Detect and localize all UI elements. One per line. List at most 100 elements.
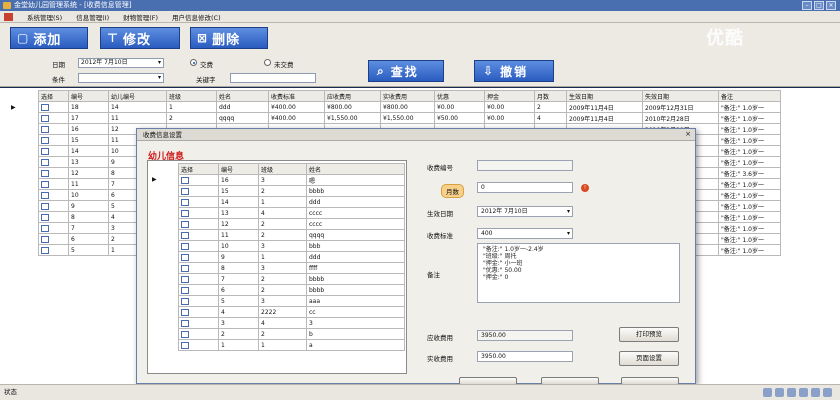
list-item[interactable]: 13 4 cccc [178,207,405,219]
row-checkbox[interactable] [41,114,49,122]
list-item[interactable]: 5 3 aaa [178,295,405,307]
row-checkbox[interactable] [41,147,49,155]
tray-icon[interactable] [811,388,820,397]
edit-button[interactable]: ⊤ 修改 [100,27,180,49]
radio-unpaid[interactable] [264,59,271,66]
row-checkbox[interactable] [41,213,49,221]
row-checkbox[interactable] [41,202,49,210]
minimize-icon[interactable]: – [802,1,812,10]
row-checkbox[interactable] [181,330,189,338]
list-item[interactable]: 12 2 cccc [178,218,405,230]
row-checkbox[interactable] [181,297,189,305]
list-item[interactable]: 10 3 bbb [178,240,405,252]
row-checkbox[interactable] [181,209,189,217]
column-header[interactable]: 实收费用 [380,90,435,102]
column-header[interactable]: 优惠 [434,90,485,102]
tray-icon[interactable] [763,388,772,397]
row-checkbox[interactable] [181,176,189,184]
column-header[interactable]: 应收费用 [324,90,381,102]
column-header[interactable]: 押金 [484,90,535,102]
notes-textarea[interactable]: "备注:" 1.0岁一-2.4岁 "班级:" 周托 "押金:" 小一班 "优惠:… [477,243,680,303]
row-checkbox[interactable] [41,169,49,177]
row-checkbox[interactable] [181,264,189,272]
column-header[interactable]: 班级 [258,163,307,175]
row-checkbox[interactable] [181,308,189,316]
row-checkbox[interactable] [41,103,49,111]
date-picker[interactable]: 2012年 7月10日 ▾ [78,58,164,68]
column-header[interactable]: 编号 [218,163,259,175]
column-header[interactable]: 收费标准 [268,90,325,102]
list-item[interactable]: 343 [178,317,405,329]
column-header[interactable]: 生效日期 [566,90,643,102]
list-item[interactable]: 6 2 bbbb [178,284,405,296]
row-checkbox[interactable] [181,319,189,327]
row-checkbox[interactable] [41,235,49,243]
tray-icon[interactable] [775,388,784,397]
page-setup-button[interactable]: 页面设置 [619,351,679,366]
column-header[interactable]: 编号 [68,90,109,102]
tray-icon[interactable] [799,388,808,397]
list-item[interactable]: 8 3 ffff [178,262,405,274]
menu-system[interactable]: 系统管理(S) [27,12,62,22]
receivable-input[interactable]: 3950.00 [477,330,573,341]
row-checkbox[interactable] [41,180,49,188]
column-header[interactable]: 失效日期 [642,90,719,102]
column-header[interactable]: 备注 [718,90,781,102]
row-checkbox[interactable] [41,136,49,144]
row-checkbox[interactable] [41,224,49,232]
tray-icon[interactable] [823,388,832,397]
row-checkbox[interactable] [181,198,189,206]
list-item[interactable]: 4 2222 cc [178,306,405,318]
list-item[interactable]: 9 1 ddd [178,251,405,263]
select-cell [178,317,219,329]
keyword-input[interactable] [230,73,316,83]
row-checkbox[interactable] [41,125,49,133]
menu-finance[interactable]: 财物管理(F) [123,12,158,22]
row-checkbox[interactable] [181,231,189,239]
table-row[interactable]: 18 14 1 ddd ¥400.00 ¥800.00 ¥800.00 ¥0.00 ¥0.00 2… [38,101,781,113]
column-header[interactable]: 选择 [178,163,219,175]
row-checkbox[interactable] [181,341,189,349]
received-input[interactable]: 3950.00 [477,351,573,362]
column-header[interactable]: 姓名 [306,163,405,175]
column-header[interactable]: 姓名 [216,90,269,102]
column-header[interactable]: 月数 [534,90,567,102]
condition-select[interactable]: ▾ [78,73,164,83]
fee-id-input[interactable] [477,160,573,171]
tray-icon[interactable] [787,388,796,397]
radio-paid[interactable] [190,59,197,66]
print-preview-button[interactable]: 打印预览 [619,327,679,342]
row-checkbox[interactable] [181,242,189,250]
list-item[interactable]: 11a [178,339,405,351]
row-checkbox[interactable] [41,246,49,254]
row-checkbox[interactable] [181,187,189,195]
search-button[interactable]: ⌕ 查找 [368,60,444,82]
row-checkbox[interactable] [181,286,189,294]
row-checkbox[interactable] [181,253,189,261]
menu-user[interactable]: 用户信息修改(C) [172,12,221,22]
add-button[interactable]: ▢ 添加 [10,27,88,49]
row-checkbox[interactable] [41,158,49,166]
cancel-search-button[interactable]: ⇩ 撤销 [474,60,554,82]
fee-standard-select[interactable]: 400 ▾ [477,228,573,239]
delete-button[interactable]: ⊠ 删除 [190,27,268,49]
list-item[interactable]: 16 3 嗯 [178,174,405,186]
maximize-icon[interactable]: □ [814,1,824,10]
list-item[interactable]: 11 2 qqqq [178,229,405,241]
close-icon[interactable]: × [826,1,836,10]
row-checkbox[interactable] [181,220,189,228]
months-input[interactable]: 0 [477,182,573,193]
column-header[interactable]: 幼儿编号 [108,90,167,102]
column-header[interactable]: 选择 [38,90,69,102]
list-item[interactable]: 15 2 bbbb [178,185,405,197]
close-icon[interactable]: × [683,130,693,139]
row-checkbox[interactable] [41,191,49,199]
list-item[interactable]: 14 1 ddd [178,196,405,208]
list-item[interactable]: 22b [178,328,405,340]
row-checkbox[interactable] [181,275,189,283]
table-row[interactable]: 17 11 2 qqqq ¥400.00 ¥1,550.00 ¥1,550.00 ¥50.00… [38,112,781,124]
effective-date-picker[interactable]: 2012年 7月10日 ▾ [477,206,573,217]
column-header[interactable]: 班级 [166,90,217,102]
list-item[interactable]: 7 2 bbbb [178,273,405,285]
menu-info[interactable]: 信息管理(I) [76,12,109,22]
